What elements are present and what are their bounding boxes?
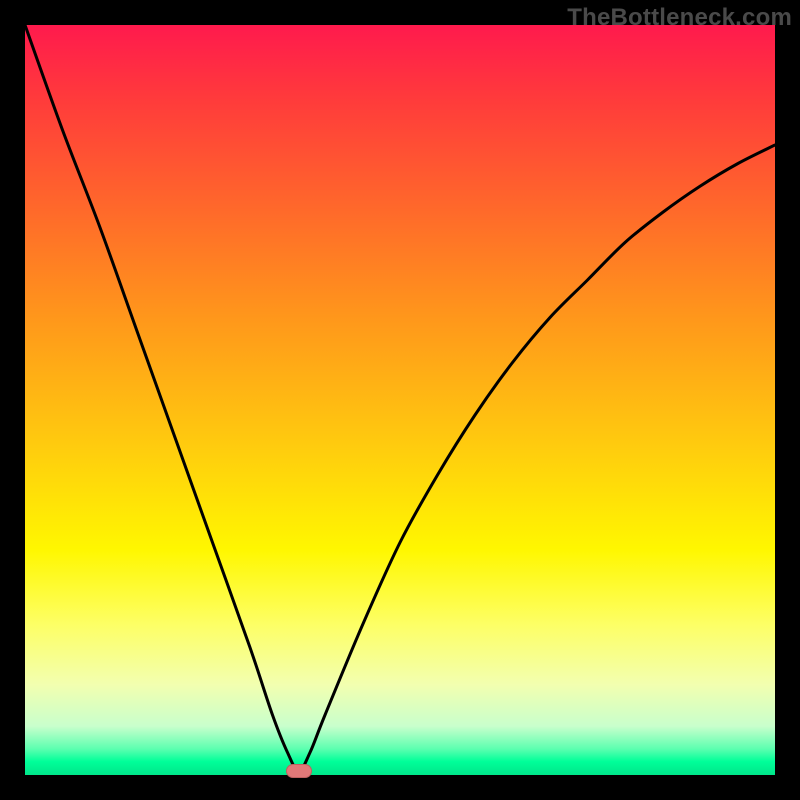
- curve-svg: [25, 25, 775, 775]
- plot-area: [25, 25, 775, 775]
- chart-frame: TheBottleneck.com: [0, 0, 800, 800]
- optimal-point-marker: [286, 764, 312, 778]
- bottleneck-curve: [25, 25, 775, 771]
- watermark-text: TheBottleneck.com: [567, 4, 792, 32]
